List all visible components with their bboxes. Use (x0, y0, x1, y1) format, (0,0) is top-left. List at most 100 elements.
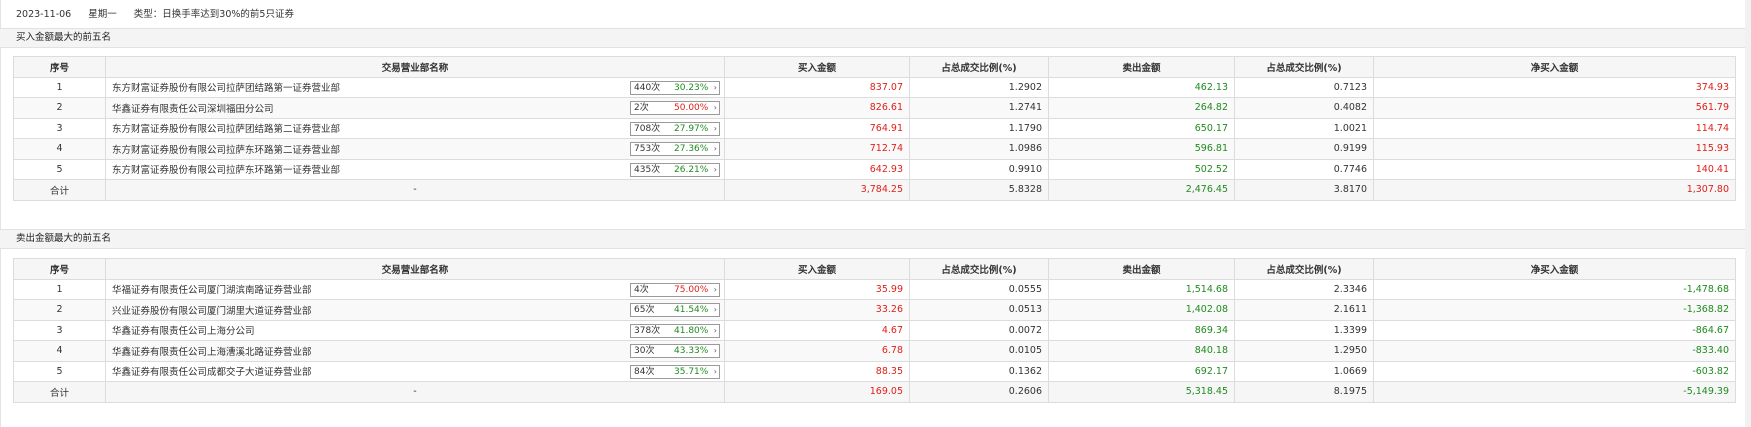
branch-stats-dropdown[interactable]: 435次 26.21% › (630, 162, 720, 177)
branch-name-link[interactable]: 东方财富证券股份有限公司拉萨东环路第二证券营业部 (112, 142, 340, 156)
branch-name-link[interactable]: 华鑫证券有限责任公司上海漕溪北路证券营业部 (112, 344, 312, 358)
table-header-row: 序号 交易营业部名称 买入金额 占总成交比例(%) 卖出金额 占总成交比例(%)… (13, 258, 1736, 280)
total-sell-ratio: 3.8170 (1234, 179, 1374, 201)
net-amount: 115.93 (1373, 138, 1736, 160)
net-amount: 374.93 (1373, 76, 1736, 98)
listing-times: 753次 (634, 144, 661, 154)
col-header-buy-ratio: 占总成交比例(%) (909, 56, 1049, 78)
col-header-buy-amount: 买入金额 (724, 258, 910, 280)
buy-amount: 88.35 (724, 360, 910, 382)
total-row: 合计 -3,784.25 5.8328 2,476.45 3.8170 1,307.80 (13, 179, 1736, 201)
row-index: 3 (13, 319, 106, 341)
table-row: 1 华福证券有限责任公司厦门湖滨南路证券营业部 4次 75.00% › 35.99 0.05… (13, 278, 1736, 300)
buy-amount: 712.74 (724, 138, 910, 160)
sell-ratio: 1.0669 (1234, 360, 1374, 382)
branch-stats-dropdown[interactable]: 30次 43.33% › (630, 344, 720, 358)
branch-cell: 华福证券有限责任公司厦门湖滨南路证券营业部 4次 75.00% › (105, 278, 725, 300)
table-row: 2 华鑫证券有限责任公司深圳福田分公司 2次 50.00% › 826.61 1.2741 2… (13, 97, 1736, 119)
branch-name-link[interactable]: 华鑫证券有限责任公司成都交子大道证券营业部 (112, 364, 312, 378)
chevron-right-icon: › (713, 325, 717, 335)
branch-name-link[interactable]: 兴业证券股份有限公司厦门湖里大道证券营业部 (112, 303, 312, 317)
branch-name-link[interactable]: 东方财富证券股份有限公司拉萨东环路第一证券营业部 (112, 162, 340, 176)
sell-ratio: 2.3346 (1234, 278, 1374, 300)
success-rate: 35.71% (674, 366, 709, 377)
vertical-scrollbar[interactable] (1745, 0, 1751, 427)
buy-ratio: 1.0986 (909, 138, 1049, 160)
table-row: 3 东方财富证券股份有限公司拉萨团结路第二证券营业部 708次 27.97% › 764.… (13, 117, 1736, 139)
branch-stats-dropdown[interactable]: 378次 41.80% › (630, 323, 720, 338)
buy-section-title: 买入金额最大的前五名 (0, 28, 1751, 48)
table-row: 5 东方财富证券股份有限公司拉萨东环路第一证券营业部 435次 26.21% › 642.… (13, 158, 1736, 180)
sell-amount: 502.52 (1048, 158, 1235, 180)
sell-ratio: 2.1611 (1234, 299, 1374, 321)
success-rate: 30.23% (674, 82, 709, 93)
row-index: 4 (13, 340, 106, 362)
success-rate: 27.36% (674, 144, 709, 154)
chevron-right-icon: › (713, 305, 717, 314)
sell-amount: 462.13 (1048, 76, 1235, 98)
total-sell-amount: 2,476.45 (1048, 179, 1235, 201)
list-type: 类型：日换手率达到30%的前5只证券 (133, 9, 294, 20)
col-header-sell-amount: 卖出金额 (1048, 56, 1235, 78)
branch-cell: 华鑫证券有限责任公司成都交子大道证券营业部 84次 35.71% › (105, 360, 725, 382)
branch-name-link[interactable]: 华鑫证券有限责任公司深圳福田分公司 (112, 101, 274, 115)
total-label: 合计 (13, 179, 106, 201)
sell-ratio: 0.7746 (1234, 158, 1374, 180)
buy-amount: 6.78 (724, 340, 910, 362)
net-amount: -1,368.82 (1373, 299, 1736, 321)
sell-amount: 264.82 (1048, 97, 1235, 119)
branch-cell: 华鑫证券有限责任公司深圳福田分公司 2次 50.00% › (105, 97, 725, 119)
chevron-right-icon: › (713, 144, 717, 153)
sell-ratio: 0.4082 (1234, 97, 1374, 119)
net-amount: -864.67 (1373, 319, 1736, 341)
net-amount: 140.41 (1373, 158, 1736, 180)
sell-amount: 650.17 (1048, 117, 1235, 139)
listing-times: 65次 (634, 305, 655, 315)
weekday: 星期一 (88, 9, 117, 20)
branch-cell: 华鑫证券有限责任公司上海分公司 378次 41.80% › (105, 319, 725, 341)
branch-name-link[interactable]: 东方财富证券股份有限公司拉萨团结路第一证券营业部 (112, 80, 340, 94)
sell-ratio: 1.0021 (1234, 117, 1374, 139)
row-index: 5 (13, 158, 106, 180)
branch-stats-dropdown[interactable]: 84次 35.71% › (630, 364, 720, 379)
net-amount: -603.82 (1373, 360, 1736, 382)
total-branch-placeholder: - (105, 179, 725, 201)
sell-ratio: 0.9199 (1234, 138, 1374, 160)
listing-times: 378次 (634, 325, 661, 336)
listing-times: 440次 (634, 82, 661, 93)
chevron-right-icon: › (713, 164, 717, 174)
success-rate: 75.00% (674, 284, 709, 295)
listing-times: 2次 (634, 103, 649, 113)
sell-amount: 1,514.68 (1048, 278, 1235, 300)
sell-section-title: 卖出金额最大的前五名 (0, 229, 1751, 249)
total-sell-amount: 5,318.45 (1048, 381, 1235, 403)
col-header-index: 序号 (13, 258, 106, 280)
chevron-right-icon: › (713, 103, 717, 112)
branch-stats-dropdown[interactable]: 440次 30.23% › (630, 80, 720, 95)
branch-stats-dropdown[interactable]: 2次 50.00% › (630, 101, 720, 115)
net-amount: -833.40 (1373, 340, 1736, 362)
row-index: 5 (13, 360, 106, 382)
listing-times: 708次 (634, 123, 661, 134)
branch-cell: 兴业证券股份有限公司厦门湖里大道证券营业部 65次 41.54% › (105, 299, 725, 321)
branch-name-link[interactable]: 华鑫证券有限责任公司上海分公司 (112, 323, 255, 337)
sell-amount: 692.17 (1048, 360, 1235, 382)
col-header-sell-ratio: 占总成交比例(%) (1234, 258, 1374, 280)
row-index: 2 (13, 97, 106, 119)
chevron-right-icon: › (713, 123, 717, 133)
branch-name-link[interactable]: 东方财富证券股份有限公司拉萨团结路第二证券营业部 (112, 121, 340, 135)
buy-amount: 642.93 (724, 158, 910, 180)
branch-cell: 东方财富证券股份有限公司拉萨东环路第二证券营业部 753次 27.36% › (105, 138, 725, 160)
sell-amount: 869.34 (1048, 319, 1235, 341)
net-amount: 114.74 (1373, 117, 1736, 139)
total-buy-ratio: 5.8328 (909, 179, 1049, 201)
buy-ratio: 1.2902 (909, 76, 1049, 98)
branch-name-link[interactable]: 华福证券有限责任公司厦门湖滨南路证券营业部 (112, 282, 312, 296)
table-row: 5 华鑫证券有限责任公司成都交子大道证券营业部 84次 35.71% › 88.35 0.1… (13, 360, 1736, 382)
branch-stats-dropdown[interactable]: 753次 27.36% › (630, 142, 720, 156)
branch-stats-dropdown[interactable]: 65次 41.54% › (630, 303, 720, 317)
branch-stats-dropdown[interactable]: 4次 75.00% › (630, 282, 720, 297)
chevron-right-icon: › (713, 346, 717, 355)
total-sell-ratio: 8.1975 (1234, 381, 1374, 403)
branch-stats-dropdown[interactable]: 708次 27.97% › (630, 121, 720, 136)
